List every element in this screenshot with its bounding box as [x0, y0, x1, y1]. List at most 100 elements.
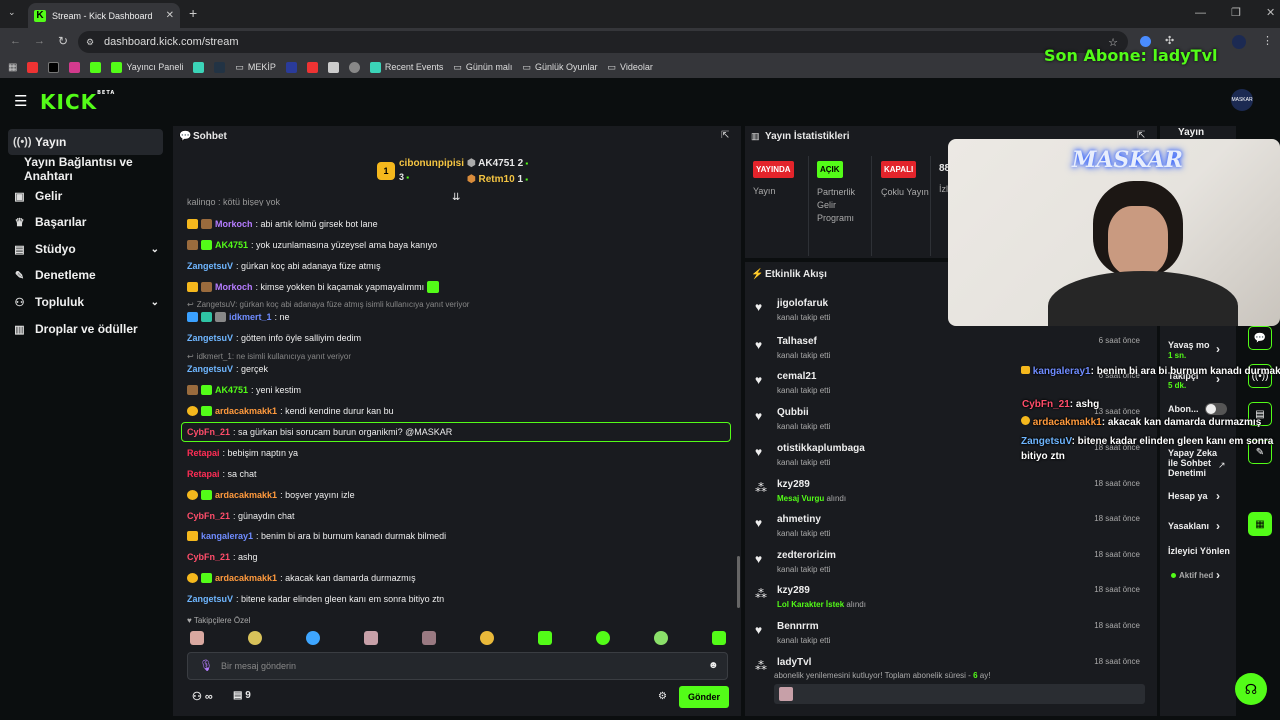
tab-list-button[interactable]: ⌄: [8, 7, 16, 18]
support-button[interactable]: ☊: [1235, 673, 1267, 705]
chat-username[interactable]: Retapai: [187, 448, 220, 458]
chat-username[interactable]: CybFn_21: [187, 552, 230, 562]
emote-kick-1[interactable]: [538, 631, 552, 645]
chat-footer-store[interactable]: ▤ 9: [233, 690, 251, 701]
microphone-icon[interactable]: 🎙: [199, 659, 213, 672]
sidebar-item-yayin-baglantisi[interactable]: Yayın Bağlantısı ve Anahtarı: [8, 155, 163, 183]
sidebar-item-basarilar[interactable]: ♛ Başarılar: [8, 209, 163, 235]
blue-bookmark-icon[interactable]: [285, 61, 297, 73]
emoji-icon[interactable]: ☻: [708, 660, 719, 671]
sidebar-item-yayin[interactable]: ((•)) Yayın: [8, 129, 163, 155]
youtube2-bookmark-icon[interactable]: [306, 61, 318, 73]
bookmark-mekip[interactable]: ▭ MEKİP: [235, 62, 276, 73]
chevron-right-icon[interactable]: ›: [1216, 568, 1220, 582]
chat-username[interactable]: ZangetsuV: [187, 364, 233, 374]
chat-username[interactable]: AK4751: [215, 385, 248, 395]
chat-footer-users[interactable]: ⚇ ∞: [192, 690, 213, 703]
activity-item[interactable]: ♥ zedterorizim kanalı takip etti 18 saat ön…: [753, 550, 1148, 584]
sidebar-item-topluluk[interactable]: ⚇ Topluluk ⌄: [8, 289, 163, 315]
bookmark-gunluk-oyunlar[interactable]: ▭ Günlük Oyunlar: [522, 62, 597, 73]
back-icon[interactable]: ←: [10, 35, 21, 47]
youtube-bookmark-icon[interactable]: [27, 61, 39, 73]
send-button[interactable]: Gönder: [679, 686, 729, 708]
banned-words-label[interactable]: Yasaklanı: [1168, 521, 1209, 531]
emote-heart[interactable]: [306, 631, 320, 645]
popout-chat-icon[interactable]: ⇱: [721, 130, 729, 141]
sidebar-item-denetleme[interactable]: ✎ Denetleme: [8, 262, 163, 288]
chat-scrollbar[interactable]: [737, 556, 740, 608]
clapper-rail-icon[interactable]: ▦: [1248, 512, 1272, 536]
kick-logo[interactable]: KICKBETA: [40, 90, 115, 114]
emote-kick-4[interactable]: [712, 631, 726, 645]
bookmark-videolar[interactable]: ▭ Videolar: [607, 62, 652, 73]
bookmark-gunun-mali[interactable]: ▭ Günün malı: [453, 62, 512, 73]
emote-girl[interactable]: [422, 631, 436, 645]
emote-cool[interactable]: [480, 631, 494, 645]
chat-username[interactable]: CybFn_21: [187, 511, 230, 521]
chat-username[interactable]: ZangetsuV: [187, 594, 233, 604]
chevron-right-icon[interactable]: ›: [1216, 519, 1220, 533]
emote-kick-3[interactable]: [654, 631, 668, 645]
chat-username[interactable]: Morkoch: [215, 282, 253, 292]
activity-desc: kanalı takip etti: [777, 458, 831, 467]
chat-username[interactable]: AK4751: [215, 240, 248, 250]
activity-item[interactable]: ♥ Talhasef kanalı takip etti 6 saat önce: [753, 336, 1148, 370]
reload-icon[interactable]: ↻: [58, 34, 68, 48]
sidebar-item-droplar[interactable]: ▥ Droplar ve ödüller: [8, 316, 163, 342]
chat-username[interactable]: ardacakmakk1: [215, 406, 277, 416]
sidebar-item-gelir[interactable]: ▣ Gelir: [8, 183, 163, 209]
chevron-right-icon[interactable]: ›: [1216, 489, 1220, 503]
reply-context[interactable]: ↩ ZangetsuV: gürkan koç abi adanaya füze …: [187, 300, 469, 309]
active-goal-label[interactable]: Aktif hed: [1179, 571, 1213, 580]
chat-username[interactable]: ZangetsuV: [187, 333, 233, 343]
sidebar-item-studyo[interactable]: ▤ Stüdyo ⌄: [8, 236, 163, 262]
emote-cat[interactable]: [364, 631, 378, 645]
reply-context[interactable]: ↩ idkmert_1: ne isimli kullanıcıya yanıt …: [187, 352, 351, 361]
chat-username[interactable]: idkmert_1: [229, 312, 272, 322]
emote-pepe[interactable]: [190, 631, 204, 645]
instagram-bookmark-icon[interactable]: [69, 61, 81, 73]
activity-item-subscription[interactable]: ⁂ ladyTvl 18 saat önce abonelik yenileme…: [753, 657, 1148, 707]
sub-mode-toggle[interactable]: [1205, 403, 1227, 415]
apps-icon[interactable]: ▦: [8, 62, 17, 73]
chat-input-box[interactable]: 🎙 Bir mesaj gönderin ☻: [187, 652, 728, 680]
url-field[interactable]: ⚙ dashboard.kick.com/stream ☆: [78, 31, 1128, 53]
emote-face[interactable]: [248, 631, 262, 645]
x-bookmark-icon[interactable]: [48, 61, 60, 73]
globe-bookmark-icon[interactable]: [348, 61, 360, 73]
chat-settings-icon[interactable]: ⚙: [658, 691, 667, 702]
viewer-redirect-label[interactable]: İzleyici Yönlen: [1168, 546, 1230, 556]
close-tab-icon[interactable]: ✕: [166, 10, 174, 21]
profile-icon[interactable]: [1232, 35, 1246, 49]
menu-icon[interactable]: ⋮: [1262, 34, 1273, 47]
emote-kick-2[interactable]: [596, 631, 610, 645]
app-bookmark-icon[interactable]: [193, 61, 205, 73]
bookmark-recent-events[interactable]: Recent Events: [369, 61, 443, 73]
new-tab-button[interactable]: +: [189, 5, 197, 21]
prime-bookmark-icon[interactable]: [214, 61, 226, 73]
activity-item[interactable]: ⁂ kzy289 Mesaj Vurgu alındı 18 saat önce: [753, 479, 1148, 513]
bookmark-yayinci-paneli[interactable]: Yayıncı Paneli: [111, 61, 183, 73]
chat-username[interactable]: Retapai: [187, 469, 220, 479]
image-bookmark-icon[interactable]: [327, 61, 339, 73]
chat-username[interactable]: CybFn_21: [187, 427, 230, 437]
activity-item[interactable]: ⁂ kzy289 Lol Karakter İstek alındı 18 saat …: [753, 585, 1148, 619]
slow-mode-label[interactable]: Yavaş mo: [1168, 340, 1210, 350]
forward-icon[interactable]: →: [34, 35, 45, 47]
chat-rail-icon[interactable]: 💬: [1248, 326, 1272, 350]
kick-bookmark-icon[interactable]: [90, 61, 102, 73]
site-info-icon[interactable]: ⚙: [86, 37, 94, 48]
chevron-right-icon[interactable]: ›: [1216, 342, 1220, 356]
chat-username[interactable]: ardacakmakk1: [215, 573, 277, 583]
account-age-label[interactable]: Hesap ya: [1168, 491, 1208, 501]
chat-username[interactable]: Morkoch: [215, 219, 253, 229]
chat-username[interactable]: ZangetsuV: [187, 261, 233, 271]
activity-item[interactable]: ♥ ahmetiny kanalı takip etti 18 saat önce: [753, 514, 1148, 548]
browser-tab[interactable]: K Stream - Kick Dashboard ✕: [28, 3, 180, 28]
chat-username[interactable]: kangaleray1: [201, 531, 253, 541]
scroll-down-icon[interactable]: ⇊: [452, 192, 460, 203]
header-avatar[interactable]: MASKAR: [1231, 89, 1253, 111]
hamburger-menu-icon[interactable]: ☰: [14, 92, 27, 110]
chat-username[interactable]: ardacakmakk1: [215, 490, 277, 500]
activity-item[interactable]: ♥ Bennrrm kanalı takip etti 18 saat önce: [753, 621, 1148, 655]
